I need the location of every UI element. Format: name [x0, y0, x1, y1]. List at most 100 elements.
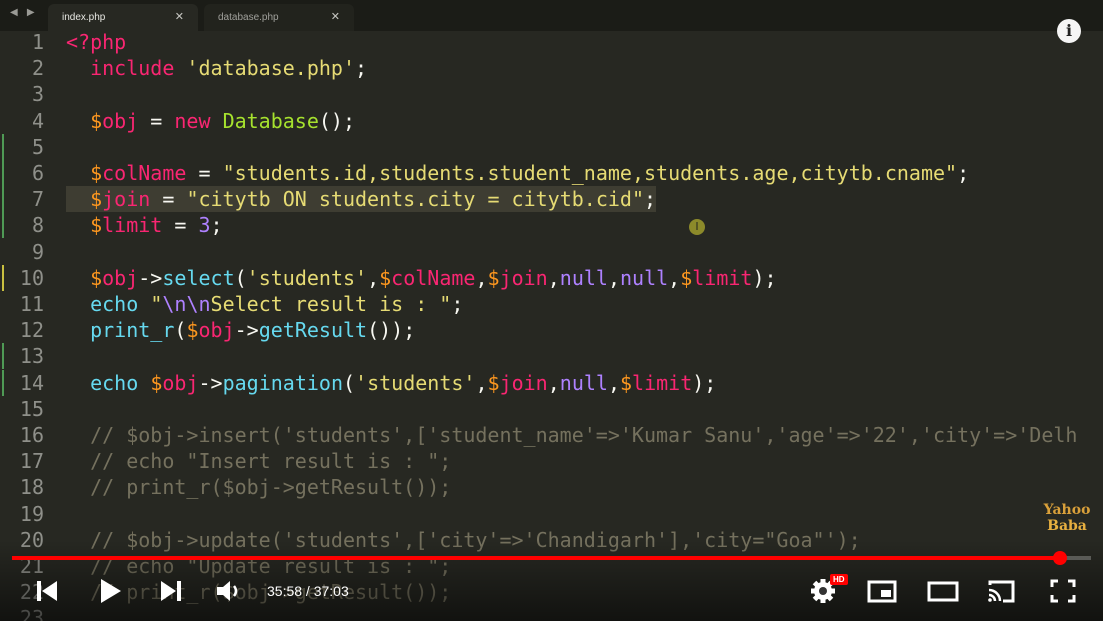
code-line[interactable]: 4 $obj = new Database(); [0, 108, 1103, 134]
text-cursor-icon: I [689, 219, 705, 235]
code-text: $obj->select('students',$colName,$join,n… [66, 265, 776, 291]
progress-scrubber-handle[interactable] [1052, 551, 1067, 565]
code-token: = [162, 213, 199, 238]
tab-database-php[interactable]: database.php ✕ [204, 4, 354, 31]
close-icon[interactable]: ✕ [331, 10, 340, 23]
code-line[interactable]: 10 $obj->select('students',$colName,$joi… [0, 264, 1103, 291]
line-number: 17 [19, 449, 44, 474]
skip-next-icon[interactable] [158, 576, 184, 606]
line-number: 3 [31, 82, 44, 107]
code-line[interactable]: 1 <?php [0, 31, 1103, 55]
code-line[interactable]: 13 [0, 343, 1103, 370]
code-line[interactable]: 11 echo "\n\nSelect result is : "; [0, 291, 1103, 317]
code-token: $ [680, 265, 693, 290]
tab-label: index.php [62, 12, 106, 23]
code-token: , [547, 265, 560, 290]
code-token: $ [620, 370, 633, 395]
theater-mode-icon[interactable] [926, 576, 960, 606]
time-display: 35:58 / 37:03 [267, 583, 349, 599]
play-icon[interactable] [96, 576, 124, 606]
code-token: ); [692, 370, 717, 395]
code-token: pagination [222, 370, 343, 395]
cast-icon[interactable] [985, 576, 1017, 606]
code-token: join [102, 187, 151, 212]
code-token: // print_r($obj->getResult()); [66, 475, 452, 500]
code-token: (); [318, 108, 356, 133]
logo-line-2: Baba [1047, 518, 1087, 534]
line-number: 12 [19, 318, 44, 343]
tab-index-php[interactable]: index.php ✕ [48, 4, 198, 31]
progress-bar-fill [12, 556, 1060, 560]
code-line[interactable]: 16 // $obj->insert('students',['student_… [0, 422, 1103, 448]
code-line[interactable]: 2 include 'database.php'; [0, 55, 1103, 81]
line-number: 1 [31, 31, 44, 54]
code-token: select [162, 265, 235, 290]
code-token: " [150, 292, 163, 316]
code-token: null [620, 265, 669, 290]
code-token: = [138, 108, 175, 133]
code-token: \n\n [162, 292, 211, 316]
code-token: colName [391, 265, 476, 290]
code-text: echo "\n\nSelect result is : "; [66, 291, 463, 317]
code-token: getResult [258, 318, 368, 343]
code-token: obj [198, 318, 235, 343]
skip-previous-icon[interactable] [34, 576, 60, 606]
close-icon[interactable]: ✕ [175, 10, 184, 23]
code-token: 3 [198, 213, 211, 238]
code-token: $ [90, 265, 103, 290]
code-token: , [668, 265, 681, 290]
code-line[interactable]: 9 [0, 239, 1103, 265]
code-token: -> [198, 370, 223, 395]
line-number: 4 [31, 108, 44, 133]
code-line[interactable]: 14 echo $obj->pagination('students',$joi… [0, 369, 1103, 396]
logo-line-1: Yahoo [1043, 502, 1091, 518]
line-number: 15 [19, 396, 44, 421]
code-token: $ [487, 370, 500, 395]
code-token: ( [174, 318, 187, 343]
code-token: , [607, 370, 620, 395]
code-token: ; [355, 56, 368, 81]
line-number: 14 [19, 370, 44, 395]
miniplayer-icon[interactable] [866, 576, 898, 606]
code-line[interactable]: 3 [0, 81, 1103, 107]
code-line[interactable]: 18 // print_r($obj->getResult()); [0, 474, 1103, 500]
code-text: $obj = new Database(); [66, 108, 355, 134]
code-line[interactable]: 15 [0, 396, 1103, 422]
tab-nav-arrows-icon[interactable]: ◀ ▶ [10, 7, 38, 18]
progress-bar[interactable] [12, 551, 1091, 565]
code-line[interactable]: 6 $colName = "students.id,students.stude… [0, 160, 1103, 186]
code-token: colName [102, 161, 187, 185]
line-number: 5 [31, 134, 44, 159]
volume-icon[interactable] [214, 576, 244, 606]
code-text: // print_r($obj->getResult()); [66, 474, 451, 500]
code-editor[interactable]: 1 <?php 2 include 'database.php'; 3 4 $obj =… [0, 31, 1103, 621]
code-line[interactable]: 12 print_r($obj->getResult()); [0, 317, 1103, 343]
code-text: <?php [66, 31, 126, 55]
line-number: 7 [31, 187, 44, 212]
code-line[interactable]: 19 [0, 501, 1103, 527]
code-text: // $obj->insert('students',['student_nam… [66, 422, 1077, 448]
code-text: $colName = "students.id,students.student… [66, 160, 969, 186]
code-token: -> [138, 265, 163, 290]
code-line[interactable]: 7 $join = "citytb ON students.city = cit… [0, 186, 1103, 213]
code-token: , [547, 370, 560, 395]
fullscreen-icon[interactable] [1048, 576, 1078, 606]
code-token: $ [186, 318, 199, 343]
code-line[interactable]: 17 // echo "Insert result is : "; [0, 448, 1103, 474]
code-token: Select result is : " [210, 292, 452, 316]
code-line[interactable]: 5 [0, 133, 1103, 160]
code-token: <? [66, 31, 91, 54]
code-token: join [499, 265, 548, 290]
code-token: $ [379, 265, 392, 290]
code-line[interactable]: 8 $limit = 3; [0, 212, 1103, 239]
hd-badge: HD [830, 574, 848, 585]
code-token: = [150, 187, 187, 212]
code-token: ()); [367, 318, 416, 343]
code-token: $ [90, 187, 103, 212]
